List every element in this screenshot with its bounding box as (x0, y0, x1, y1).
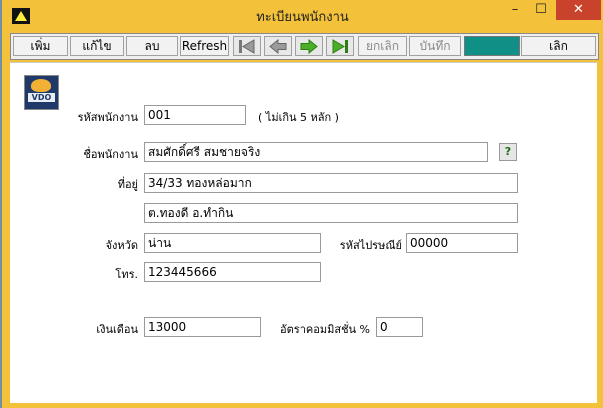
name-label: ชื่อพนักงาน (83, 148, 138, 161)
last-record-button[interactable] (326, 36, 354, 56)
save-button[interactable]: บันทึก (409, 36, 461, 56)
employee-register-window: ทะเบียนพนักงาน – ☐ ✕ เพิ่ม แก้ไข ลบ Refr… (2, 0, 603, 408)
next-record-button[interactable] (295, 36, 323, 56)
previous-arrow-icon (269, 39, 287, 54)
phone-label: โทร. (115, 268, 138, 281)
form-area: VDO รหัสพนักงาน 001 ( ไม่เกิน 5 หลัก ) ช… (10, 62, 597, 403)
province-input[interactable]: น่าน (144, 233, 321, 253)
maximize-button[interactable]: ☐ (528, 0, 554, 20)
vdo-logo: VDO (24, 75, 59, 110)
first-record-button[interactable] (233, 36, 261, 56)
delete-button[interactable]: ลบ (126, 36, 178, 56)
commission-label: อัตราคอมมิสชั่น % (280, 323, 370, 336)
next-arrow-icon (300, 39, 318, 54)
address-line1-input[interactable]: 34/33 ทองหล่อมาก (144, 173, 518, 193)
address-line2-input[interactable]: ต.ทองดี อ.ทำกิน (144, 203, 518, 223)
salary-label: เงินเดือน (96, 323, 138, 336)
toolbar: เพิ่ม แก้ไข ลบ Refresh ยกเลิก บันทึก เลิ… (10, 33, 599, 60)
logo-text: VDO (28, 93, 55, 102)
province-label: จังหวัด (105, 239, 138, 252)
add-button[interactable]: เพิ่ม (13, 36, 68, 56)
title-bar[interactable]: ทะเบียนพนักงาน – ☐ ✕ (2, 0, 603, 31)
close-button[interactable]: ✕ (556, 0, 601, 20)
exit-button[interactable]: เลิก (521, 36, 596, 56)
cancel-button[interactable]: ยกเลิก (358, 36, 407, 56)
zip-input[interactable]: 00000 (406, 233, 518, 253)
commission-input[interactable]: 0 (376, 317, 423, 337)
previous-record-button[interactable] (264, 36, 292, 56)
emp-id-label: รหัสพนักงาน (77, 111, 138, 124)
zip-label: รหัสไปรษณีย์ (339, 239, 402, 252)
last-arrow-icon (332, 39, 348, 54)
address-label: ที่อยู่ (117, 178, 138, 191)
phone-input[interactable]: 123445666 (144, 262, 321, 282)
status-indicator (464, 36, 520, 56)
emp-id-input[interactable]: 001 (144, 105, 246, 125)
name-lookup-button[interactable]: ? (499, 143, 517, 161)
name-input[interactable]: สมศักดิ์ศรี สมชายจริง (144, 142, 488, 162)
first-arrow-icon (239, 39, 255, 54)
refresh-button[interactable]: Refresh (180, 36, 229, 56)
emp-id-hint: ( ไม่เกิน 5 หลัก ) (258, 111, 339, 124)
edit-button[interactable]: แก้ไข (70, 36, 124, 56)
minimize-button[interactable]: – (502, 0, 528, 20)
salary-input[interactable]: 13000 (144, 317, 261, 337)
